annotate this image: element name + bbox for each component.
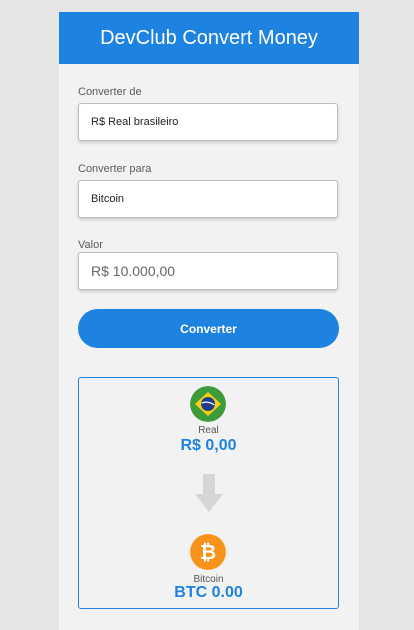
- convert-button-label: Converter: [180, 321, 237, 336]
- amount-label: Valor: [78, 239, 103, 251]
- convert-button[interactable]: Converter: [78, 309, 339, 348]
- amount-input[interactable]: R$ 10.000,00: [78, 252, 338, 290]
- app-header: DevClub Convert Money: [59, 12, 359, 64]
- arrow-down-icon: [195, 474, 223, 512]
- amount-placeholder: R$ 10.000,00: [91, 263, 176, 279]
- from-currency-select[interactable]: R$ Real brasileiro: [78, 103, 338, 141]
- result-panel: Real R$ 0,00 ₿ Bitcoin BTC 0.00: [78, 377, 339, 609]
- to-currency-value: Bitcoin: [91, 193, 125, 205]
- to-currency-amount: BTC 0.00: [174, 584, 243, 601]
- converter-card: DevClub Convert Money Converter de R$ Re…: [59, 12, 359, 630]
- from-currency-value: R$ Real brasileiro: [91, 116, 179, 128]
- brazil-flag-icon: [190, 386, 226, 422]
- app-title: DevClub Convert Money: [100, 26, 318, 49]
- from-currency-amount: R$ 0,00: [180, 437, 237, 454]
- from-currency-label: Converter de: [78, 86, 142, 98]
- svg-text:₿: ₿: [200, 540, 216, 564]
- bitcoin-icon: ₿: [190, 534, 226, 570]
- from-currency-name: Real: [198, 425, 219, 436]
- to-currency-label: Converter para: [78, 163, 152, 175]
- to-currency-select[interactable]: Bitcoin: [78, 180, 338, 218]
